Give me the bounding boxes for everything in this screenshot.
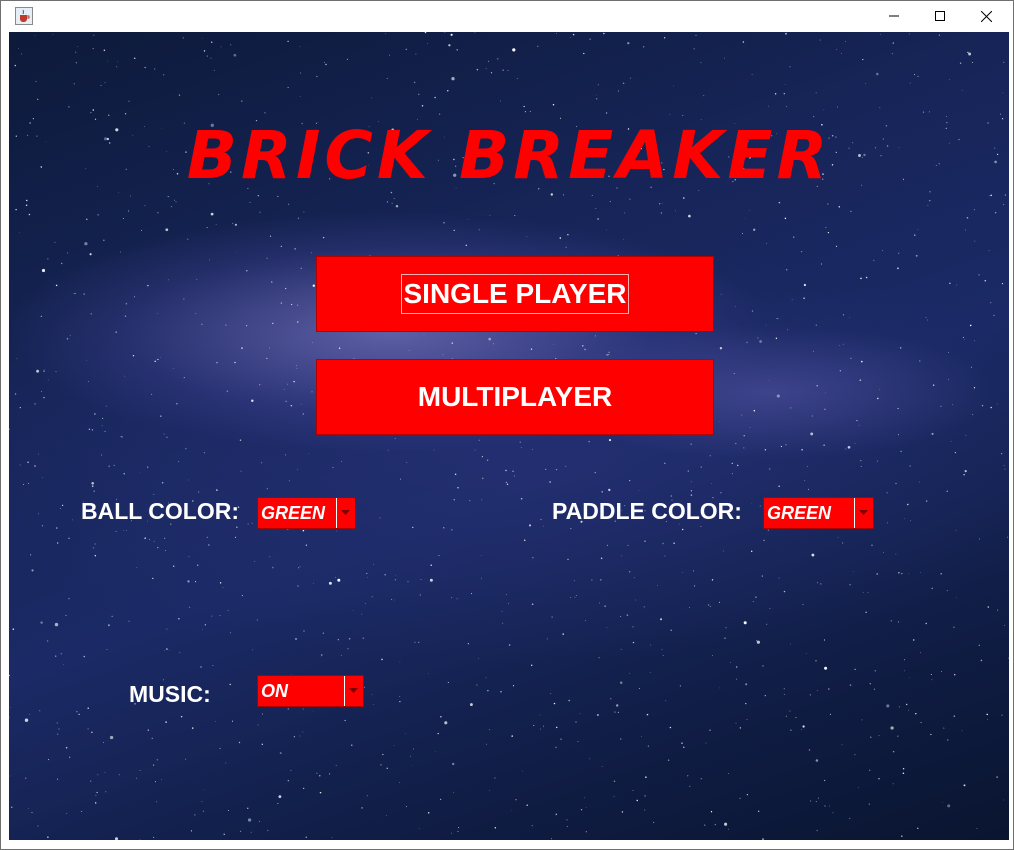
music-label: MUSIC: xyxy=(129,681,211,707)
single-player-label: SINGLE PLAYER xyxy=(401,274,629,314)
title-bar[interactable] xyxy=(1,1,1013,31)
java-cup-icon xyxy=(15,7,33,25)
single-player-button[interactable]: SINGLE PLAYER xyxy=(316,256,714,332)
close-button[interactable] xyxy=(963,1,1009,31)
maximize-icon xyxy=(935,11,945,21)
app-window: BRICK BREAKER SINGLE PLAYER MULTIPLAYER … xyxy=(0,0,1014,850)
ball-color-dropdown[interactable]: GREEN xyxy=(257,497,356,529)
multiplayer-label: MULTIPLAYER xyxy=(417,381,613,412)
ball-color-value: GREEN xyxy=(261,503,326,523)
minimize-button[interactable] xyxy=(871,1,917,31)
multiplayer-button[interactable]: MULTIPLAYER xyxy=(316,359,714,435)
game-title: BRICK BREAKER xyxy=(186,117,832,194)
game-menu-panel: BRICK BREAKER SINGLE PLAYER MULTIPLAYER … xyxy=(9,32,1009,840)
paddle-color-label: PADDLE COLOR: xyxy=(552,498,742,524)
maximize-button[interactable] xyxy=(917,1,963,31)
ball-color-label: BALL COLOR: xyxy=(81,498,240,524)
chevron-down-icon[interactable] xyxy=(336,498,355,528)
minimize-icon xyxy=(889,15,899,17)
paddle-color-dropdown[interactable]: GREEN xyxy=(763,497,874,529)
music-dropdown[interactable]: ON xyxy=(257,675,364,707)
chevron-down-icon[interactable] xyxy=(854,498,873,528)
close-icon xyxy=(980,10,992,22)
paddle-color-value: GREEN xyxy=(767,503,832,523)
chevron-down-icon[interactable] xyxy=(344,676,363,706)
music-value: ON xyxy=(261,681,288,701)
